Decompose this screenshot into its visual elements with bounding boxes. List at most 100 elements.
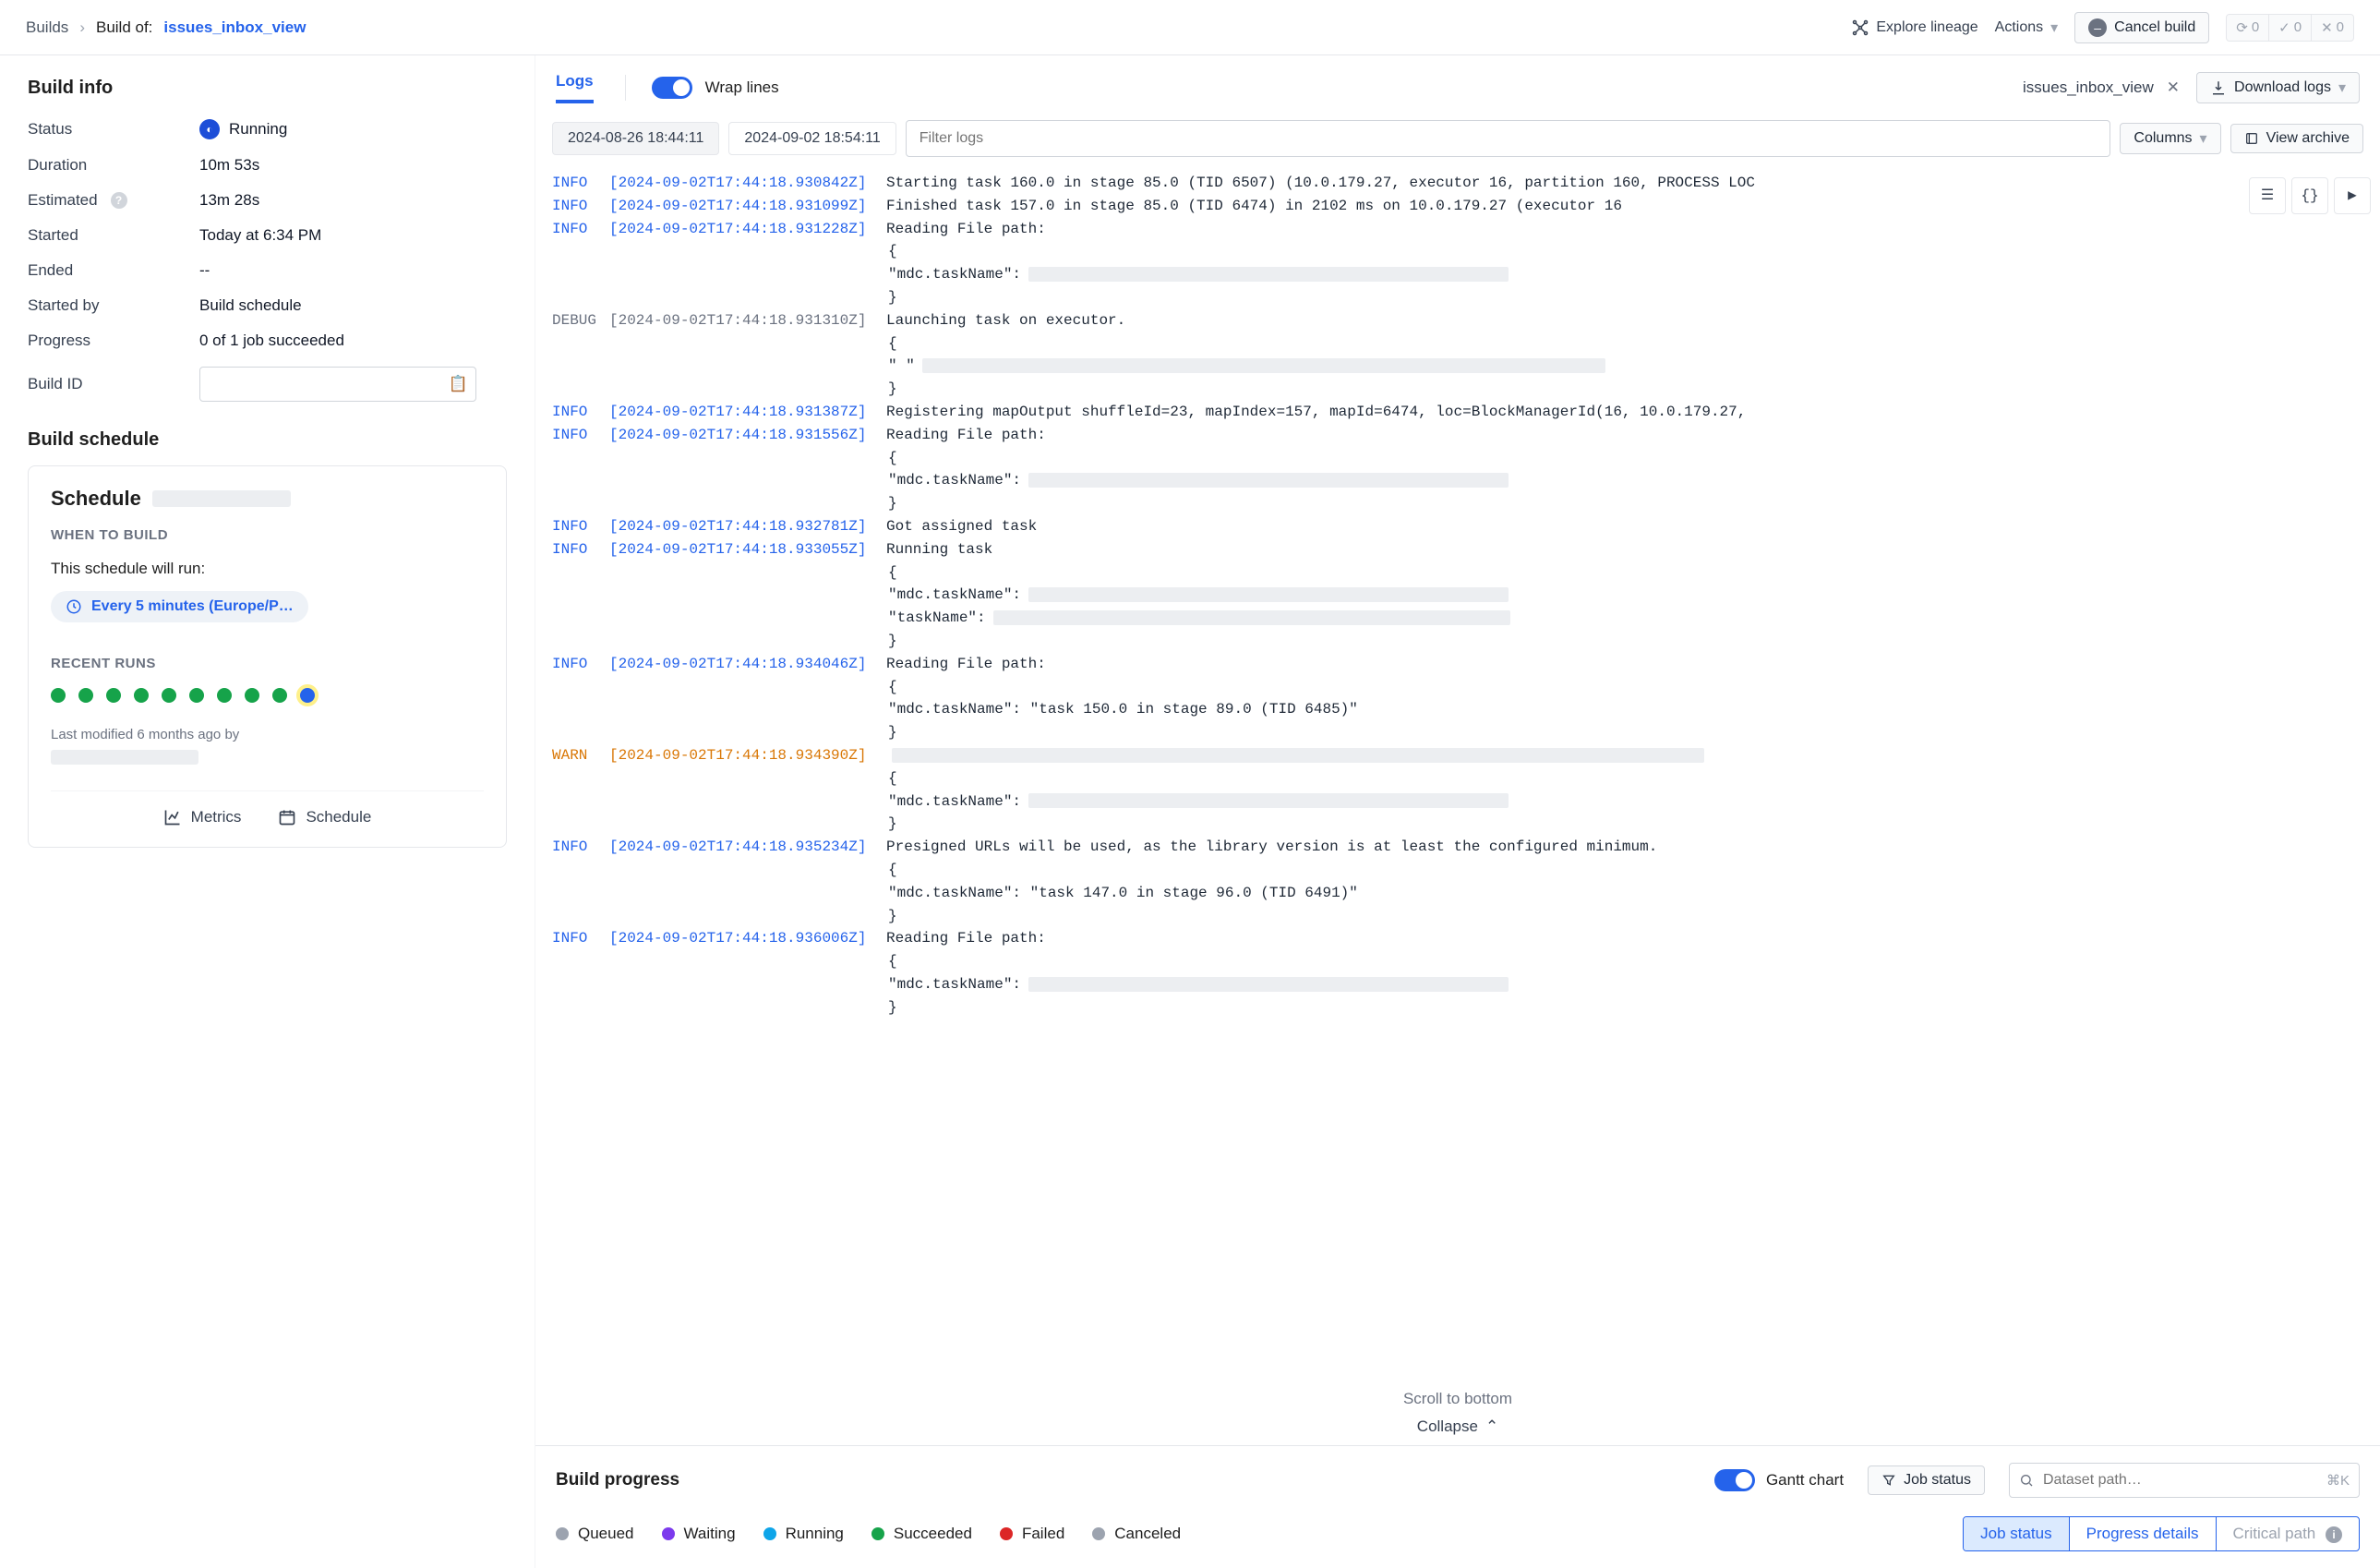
- wrap-icon[interactable]: ☰: [2249, 177, 2286, 214]
- running-icon: ◐: [199, 119, 220, 139]
- log-level: DEBUG: [552, 309, 600, 332]
- log-body-line: "mdc.taskName":: [552, 973, 2363, 996]
- log-message: Presigned URLs will be used, as the libr…: [886, 836, 1657, 859]
- seg-critical-path: Critical path i: [2216, 1517, 2360, 1550]
- log-message: Finished task 157.0 in stage 85.0 (TID 6…: [886, 195, 1622, 218]
- log-level: INFO: [552, 424, 600, 447]
- log-body-line: "mdc.taskName":: [552, 584, 2363, 607]
- recent-runs-dots: [51, 688, 484, 703]
- log-timestamp: [2024-09-02T17:44:18.931099Z]: [609, 195, 877, 218]
- run-dot[interactable]: [272, 688, 287, 703]
- log-message: Reading File path:: [886, 424, 1046, 447]
- copy-icon[interactable]: 📋: [449, 375, 468, 393]
- log-body-line: }: [552, 492, 2363, 515]
- log-level: INFO: [552, 653, 600, 676]
- log-body-line: }: [552, 996, 2363, 1019]
- run-dot[interactable]: [51, 688, 66, 703]
- refresh-counter[interactable]: ⟳0: [2227, 15, 2268, 41]
- log-level: INFO: [552, 172, 600, 195]
- actions-dropdown[interactable]: Actions ▾: [1995, 18, 2059, 37]
- metrics-link[interactable]: Metrics: [163, 808, 242, 826]
- view-archive-button[interactable]: View archive: [2230, 124, 2363, 153]
- log-message: Launching task on executor.: [886, 309, 1125, 332]
- play-icon[interactable]: ▶: [2334, 177, 2371, 214]
- scroll-to-bottom[interactable]: Scroll to bottom: [535, 1384, 2380, 1414]
- kbd-hint: ⌘K: [2326, 1472, 2350, 1489]
- log-message: Reading File path:: [886, 927, 1046, 950]
- log-timestamp: [2024-09-02T17:44:18.933055Z]: [609, 538, 877, 561]
- log-level: WARN: [552, 744, 600, 767]
- run-dot[interactable]: [106, 688, 121, 703]
- run-dot[interactable]: [217, 688, 232, 703]
- last-modified: Last modified 6 months ago by: [51, 727, 484, 742]
- run-dot[interactable]: [189, 688, 204, 703]
- time-range-end[interactable]: 2024-09-02 18:54:11: [728, 122, 896, 155]
- log-line: INFO[2024-09-02T17:44:18.934046Z]Reading…: [552, 653, 2363, 676]
- estimated-value: 13m 28s: [199, 191, 259, 210]
- cancel-build-button[interactable]: – Cancel build: [2074, 12, 2209, 43]
- dataset-search[interactable]: ⌘K: [2009, 1463, 2360, 1498]
- log-level: INFO: [552, 836, 600, 859]
- wrap-lines-toggle[interactable]: [652, 77, 692, 99]
- close-file-icon[interactable]: ✕: [2163, 78, 2183, 97]
- archive-icon: [2244, 131, 2259, 146]
- download-icon: [2210, 79, 2227, 96]
- startedby-value: Build schedule: [199, 296, 302, 315]
- log-message: Reading File path:: [886, 218, 1046, 241]
- explore-lineage-button[interactable]: Explore lineage: [1852, 19, 1977, 36]
- recent-runs-label: RECENT RUNS: [51, 656, 484, 671]
- log-timestamp: [2024-09-02T17:44:18.932781Z]: [609, 515, 877, 538]
- json-icon[interactable]: {}: [2291, 177, 2328, 214]
- log-body-line: {: [552, 859, 2363, 882]
- run-dot[interactable]: [78, 688, 93, 703]
- chevron-up-icon: ⌃: [1485, 1417, 1498, 1436]
- logs-view[interactable]: ☰ {} ▶ INFO[2024-09-02T17:44:18.930842Z]…: [535, 168, 2380, 1384]
- log-body-line: }: [552, 813, 2363, 836]
- x-counter[interactable]: ✕0: [2311, 15, 2353, 41]
- log-level: INFO: [552, 401, 600, 424]
- log-body-line: {: [552, 240, 2363, 263]
- help-icon[interactable]: ?: [111, 192, 127, 209]
- log-body-line: }: [552, 630, 2363, 653]
- progress-value: 0 of 1 job succeeded: [199, 332, 344, 350]
- breadcrumb-target[interactable]: issues_inbox_view: [163, 18, 306, 37]
- calendar-icon: [278, 808, 296, 826]
- run-dot[interactable]: [134, 688, 149, 703]
- chevron-down-icon: ▾: [2200, 129, 2207, 148]
- schedule-section-title: Build schedule: [28, 429, 507, 451]
- filter-logs-input[interactable]: [906, 120, 2111, 157]
- check-icon: ✓: [2278, 19, 2290, 36]
- run-dot[interactable]: [162, 688, 176, 703]
- run-dot[interactable]: [245, 688, 259, 703]
- columns-dropdown[interactable]: Columns▾: [2120, 123, 2220, 154]
- build-info-title: Build info: [28, 78, 507, 99]
- build-id-input[interactable]: 📋: [199, 367, 476, 402]
- legend-queued: Queued: [556, 1525, 634, 1543]
- log-body-line: {: [552, 767, 2363, 790]
- schedule-link[interactable]: Schedule: [278, 808, 371, 826]
- legend-succeeded: Succeeded: [871, 1525, 972, 1543]
- time-range-start[interactable]: 2024-08-26 18:44:11: [552, 122, 719, 155]
- log-timestamp: [2024-09-02T17:44:18.931310Z]: [609, 309, 877, 332]
- log-body-line: "mdc.taskName":: [552, 263, 2363, 286]
- check-counter[interactable]: ✓0: [2268, 15, 2311, 41]
- schedule-chip[interactable]: Every 5 minutes (Europe/P…: [51, 591, 308, 622]
- breadcrumb-builds[interactable]: Builds: [26, 18, 68, 37]
- download-logs-button[interactable]: Download logs ▾: [2196, 72, 2360, 103]
- gantt-toggle[interactable]: [1714, 1469, 1755, 1491]
- tab-logs[interactable]: Logs: [556, 72, 594, 103]
- job-status-filter-button[interactable]: Job status: [1868, 1465, 1985, 1495]
- refresh-icon: ⟳: [2236, 19, 2248, 36]
- info-icon[interactable]: i: [2326, 1526, 2342, 1543]
- collapse-button[interactable]: Collapse⌃: [535, 1414, 2380, 1445]
- seg-job-status[interactable]: Job status: [1964, 1517, 2069, 1550]
- log-body-line: {: [552, 447, 2363, 470]
- log-timestamp: [2024-09-02T17:44:18.931556Z]: [609, 424, 877, 447]
- log-line: INFO[2024-09-02T17:44:18.935234Z]Presign…: [552, 836, 2363, 859]
- stop-icon: –: [2088, 18, 2107, 37]
- seg-progress-details[interactable]: Progress details: [2069, 1517, 2216, 1550]
- build-progress-title: Build progress: [556, 1470, 679, 1490]
- x-icon: ✕: [2321, 19, 2333, 36]
- run-dot-current[interactable]: [300, 688, 315, 703]
- log-message: Registering mapOutput shuffleId=23, mapI…: [886, 401, 1746, 424]
